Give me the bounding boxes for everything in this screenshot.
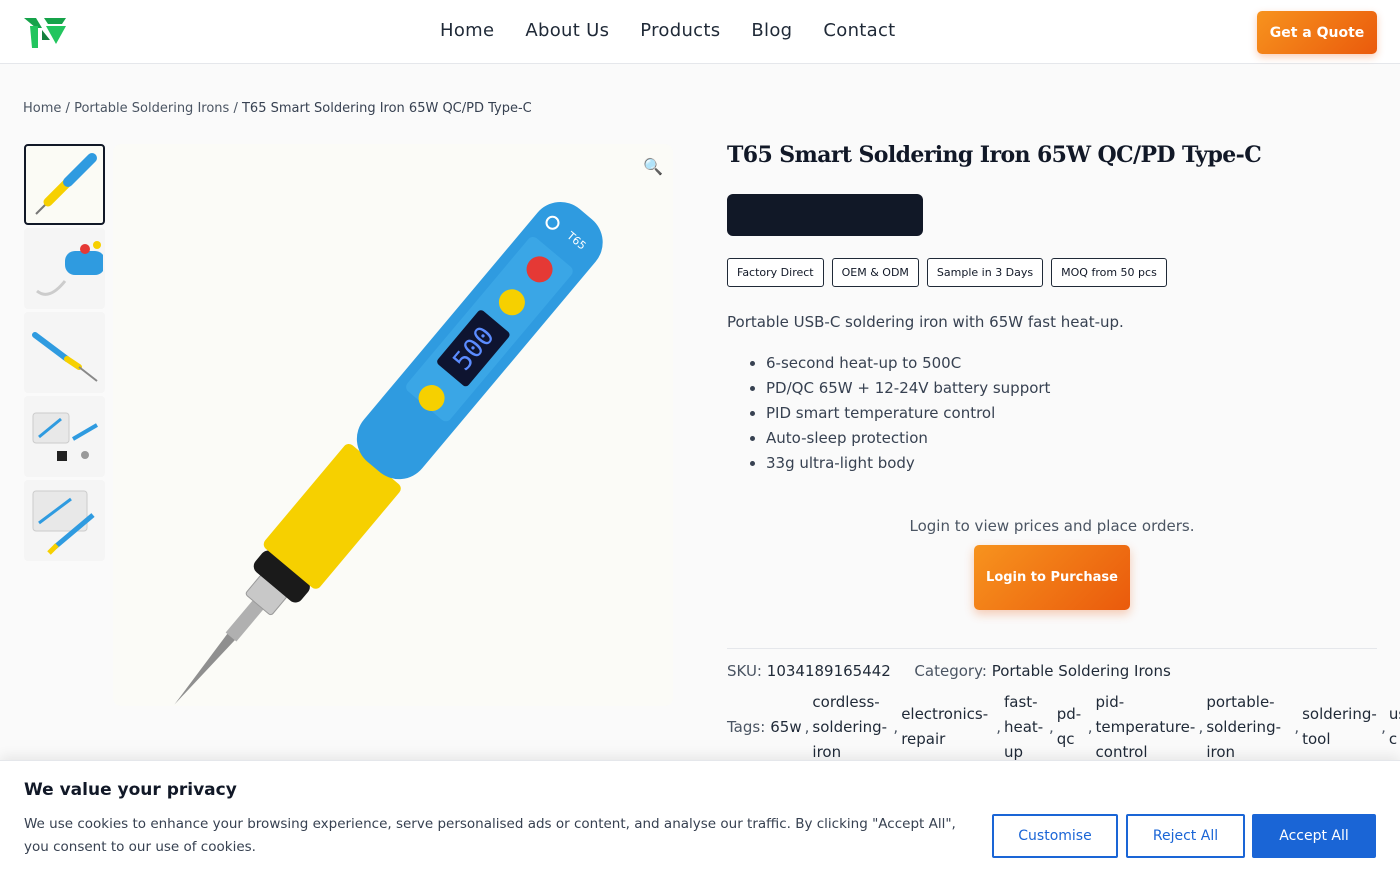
breadcrumb-separator: / [65, 101, 70, 116]
thumbnail-4[interactable] [24, 396, 105, 477]
sku-value: 1034189165442 [766, 662, 891, 680]
breadcrumb-separator: / [233, 101, 238, 116]
zoom-icon[interactable]: 🔍 [643, 157, 663, 176]
divider [727, 648, 1377, 649]
reject-all-button[interactable]: Reject All [1126, 814, 1245, 858]
feature-badges: Factory Direct OEM & ODM Sample in 3 Day… [727, 258, 1167, 287]
product-meta: SKU: 1034189165442 Category: Portable So… [727, 662, 1171, 680]
product-main-image[interactable]: 500 T65 [113, 144, 673, 706]
sku-label: SKU: [727, 662, 762, 680]
cookie-title: We value your privacy [24, 780, 237, 800]
feature-item: 33g ultra-light body [766, 453, 1050, 478]
feature-list: 6-second heat-up to 500C PD/QC 65W + 12-… [766, 353, 1050, 478]
nav-home[interactable]: Home [440, 20, 494, 41]
tag-link[interactable]: soldering-tool [1302, 702, 1378, 752]
breadcrumb: Home / Portable Soldering Irons / T65 Sm… [23, 101, 532, 116]
tags-row: Tags: 65w, cordless-soldering-iron, elec… [727, 692, 1400, 762]
nav-blog[interactable]: Blog [751, 20, 792, 41]
tag-link[interactable]: 65w [770, 715, 801, 740]
brand-logo-icon[interactable] [22, 14, 68, 50]
category-label: Category: [914, 662, 987, 680]
thumbnail-gallery [24, 144, 105, 564]
tags-label: Tags: [727, 718, 766, 736]
thumbnail-3[interactable] [24, 312, 105, 393]
accept-all-button[interactable]: Accept All [1252, 814, 1376, 858]
breadcrumb-home[interactable]: Home [23, 101, 61, 116]
feature-item: PID smart temperature control [766, 403, 1050, 428]
price-placeholder [727, 194, 923, 236]
breadcrumb-current: T65 Smart Soldering Iron 65W QC/PD Type-… [241, 101, 532, 116]
thumbnail-5[interactable] [24, 480, 105, 561]
tag-link[interactable]: usb-c [1389, 702, 1400, 752]
tag-link[interactable]: electronics-repair [901, 702, 993, 752]
feature-item: PD/QC 65W + 12-24V battery support [766, 378, 1050, 403]
nav-contact[interactable]: Contact [823, 20, 895, 41]
main-nav: Home About Us Products Blog Contact [440, 20, 927, 41]
badge-sample-3-days: Sample in 3 Days [926, 258, 1044, 287]
get-quote-button[interactable]: Get a Quote [1257, 11, 1377, 54]
cookie-banner: We value your privacy We use cookies to … [0, 760, 1400, 875]
site-header: Home About Us Products Blog Contact Get … [0, 0, 1400, 64]
nav-products[interactable]: Products [640, 20, 720, 41]
login-note: Login to view prices and place orders. [909, 517, 1195, 535]
product-description: Portable USB-C soldering iron with 65W f… [727, 313, 1124, 331]
product-title: T65 Smart Soldering Iron 65W QC/PD Type-… [727, 142, 1262, 168]
nav-about-us[interactable]: About Us [525, 20, 609, 41]
feature-item: 6-second heat-up to 500C [766, 353, 1050, 378]
tag-link[interactable]: fast-heat-up [1004, 690, 1046, 765]
badge-oem-odm: OEM & ODM [831, 258, 919, 287]
badge-factory-direct: Factory Direct [727, 258, 824, 287]
thumbnail-2[interactable] [24, 228, 105, 309]
customise-button[interactable]: Customise [992, 814, 1118, 858]
tag-link[interactable]: pd-qc [1057, 702, 1085, 752]
thumbnail-1[interactable] [24, 144, 105, 225]
tag-link[interactable]: pid-temperature-control [1096, 690, 1196, 765]
login-to-purchase-button[interactable]: Login to Purchase [974, 545, 1130, 610]
feature-item: Auto-sleep protection [766, 428, 1050, 453]
category-link[interactable]: Portable Soldering Irons [992, 662, 1171, 680]
tag-link[interactable]: portable-soldering-iron [1206, 690, 1291, 765]
tag-link[interactable]: cordless-soldering-iron [812, 690, 890, 765]
badge-moq: MOQ from 50 pcs [1051, 258, 1167, 287]
cookie-text: We use cookies to enhance your browsing … [24, 816, 956, 855]
breadcrumb-category[interactable]: Portable Soldering Irons [74, 101, 229, 116]
